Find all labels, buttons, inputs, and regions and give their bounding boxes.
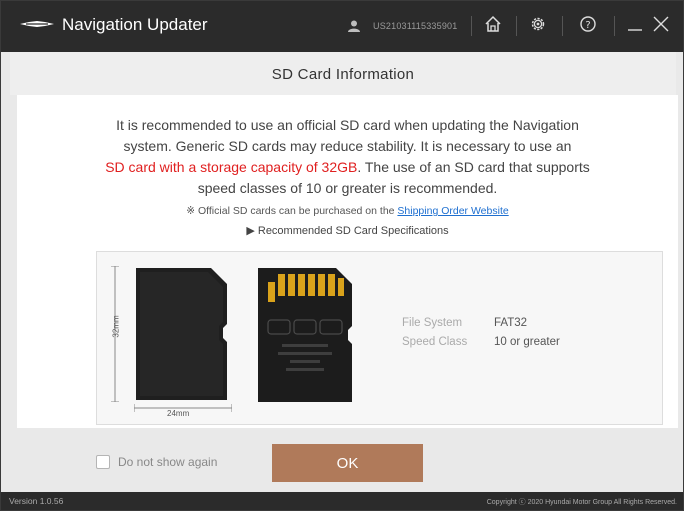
close-icon — [652, 15, 670, 38]
spec-label: Speed Class — [402, 336, 468, 348]
recommendation-line: SD card with a storage capacity of 32GB.… — [105, 159, 590, 175]
separator — [471, 16, 472, 36]
sd-card-spec-box: 32mm 24mm File System FAT32 Speed Class … — [96, 251, 663, 425]
info-panel: It is recommended to use an official SD … — [17, 95, 678, 428]
recommendation-line: It is recommended to use an official SD … — [116, 117, 579, 133]
capacity-warning-text: SD card with a storage capacity of 32GB — [105, 159, 358, 175]
recommended-specs-heading: ▶ Recommended SD Card Specifications — [246, 225, 449, 237]
user-id-text: US21031115335901 — [373, 21, 458, 31]
version-text: Version 1.0.56 — [9, 496, 64, 506]
spec-value: FAT32 — [494, 317, 528, 329]
purchase-note: ※ Official SD cards can be purchased on … — [186, 205, 509, 217]
spec-label: File System — [402, 317, 463, 329]
status-bar: Version 1.0.56 Copyright ⓒ 2020 Hyundai … — [1, 492, 683, 510]
spec-value: 10 or greater — [494, 336, 560, 348]
svg-text:?: ? — [585, 20, 590, 31]
help-icon: ? — [579, 15, 597, 38]
height-label: 32mm — [111, 315, 121, 338]
spec-table: File System FAT32 Speed Class 10 or grea… — [402, 317, 560, 355]
settings-button[interactable] — [526, 13, 550, 39]
sd-card-front-image — [136, 268, 227, 400]
recommendation-line: speed classes of 10 or greater is recomm… — [197, 180, 498, 196]
ok-button[interactable]: OK — [272, 444, 423, 482]
page-title: SD Card Information — [271, 66, 415, 83]
width-label: 24mm — [167, 409, 190, 418]
footer-band: Do not show again OK — [10, 428, 676, 492]
app-title: Navigation Updater — [62, 15, 208, 34]
recommendation-line: system. Generic SD cards may reduce stab… — [123, 138, 572, 154]
spec-row-file-system: File System FAT32 — [402, 317, 560, 336]
checkbox-box[interactable] — [96, 455, 110, 469]
title-bar: Navigation Updater US21031115335901 ? — [1, 1, 683, 52]
home-icon — [484, 15, 502, 38]
minimize-icon — [627, 15, 643, 38]
shipping-order-link[interactable]: Shipping Order Website — [397, 205, 508, 217]
separator — [562, 16, 563, 36]
separator — [516, 16, 517, 36]
spec-row-speed-class: Speed Class 10 or greater — [402, 336, 560, 355]
app-window: Navigation Updater US21031115335901 ? SD… — [0, 0, 684, 511]
help-button[interactable]: ? — [576, 13, 600, 39]
separator — [614, 16, 615, 36]
car-logo-icon — [19, 17, 55, 36]
minimize-button[interactable] — [623, 13, 647, 39]
checkbox-label: Do not show again — [118, 455, 218, 469]
home-button[interactable] — [481, 13, 505, 39]
settings-icon — [529, 15, 547, 38]
copyright-text: Copyright ⓒ 2020 Hyundai Motor Group All… — [486, 499, 677, 506]
close-button[interactable] — [649, 13, 673, 39]
header-band: SD Card Information — [10, 52, 676, 95]
do-not-show-again-checkbox[interactable]: Do not show again — [96, 455, 217, 469]
recommendation-text: It is recommended to use an official SD … — [17, 115, 678, 199]
sd-card-back-image — [258, 268, 352, 402]
user-icon — [348, 19, 360, 37]
